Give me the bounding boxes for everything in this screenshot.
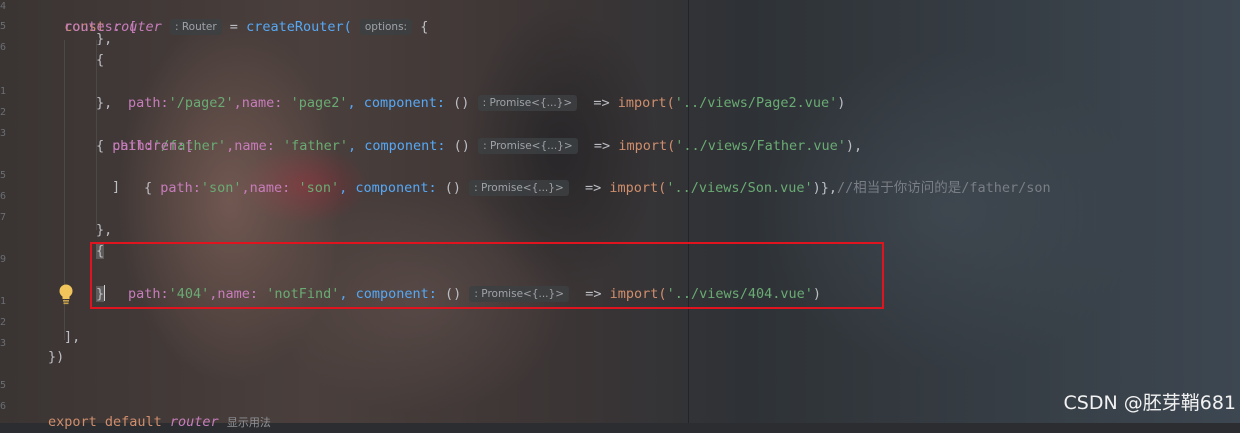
code-line[interactable]: }) <box>48 347 64 368</box>
code-comment: //相当于你访问的是/father/son <box>837 180 1051 196</box>
line-number <box>0 354 14 375</box>
code-line[interactable]: { path:'/father',name: 'father', compone… <box>96 115 862 154</box>
line-number: 5 <box>0 170 7 181</box>
line-number: 2 <box>0 317 7 328</box>
code-line[interactable]: { path:'son',name: 'son', component: () … <box>144 157 1051 196</box>
code-line[interactable]: ], <box>64 327 80 348</box>
code-line[interactable]: children:[ <box>112 136 193 157</box>
line-number <box>0 228 14 249</box>
code-line[interactable]: }, <box>96 93 112 114</box>
code-line[interactable]: { <box>96 50 104 71</box>
type-hint: : Promise<{...}> <box>469 180 569 196</box>
line-number: 7 <box>0 212 7 223</box>
line-number <box>0 58 14 79</box>
line-number: 5 <box>0 380 7 391</box>
code-line[interactable]: const router : Router = createRouter( op… <box>48 0 428 35</box>
line-number: 3 <box>0 338 7 349</box>
line-number-gutter: 4 5 6 1 2 3 5 6 7 9 1 2 3 5 6 <box>0 0 14 423</box>
line-number: 6 <box>0 401 7 412</box>
code-line[interactable]: }, <box>96 220 112 241</box>
highlight-box <box>90 242 884 309</box>
code-line[interactable]: path:'/page2',name: 'page2', component: … <box>128 72 845 111</box>
line-number: 9 <box>0 254 7 265</box>
line-number: 1 <box>0 296 7 307</box>
line-number: 3 <box>0 128 7 139</box>
code-line[interactable]: export default router 显示用法 <box>48 391 271 430</box>
code-line[interactable]: }, <box>96 33 112 45</box>
line-number: 4 <box>0 1 7 12</box>
line-number <box>0 144 14 165</box>
line-number <box>0 270 14 291</box>
type-hint: : Router <box>169 19 222 35</box>
type-hint: : Promise<{...}> <box>478 138 578 154</box>
line-number: 2 <box>0 107 7 118</box>
watermark: CSDN @胚芽鞘681 <box>1063 392 1236 414</box>
lightbulb-icon[interactable] <box>57 283 75 305</box>
background-image <box>0 0 1240 423</box>
line-number: 6 <box>0 42 7 53</box>
editor-divider <box>688 0 689 423</box>
type-hint: : Promise<{...}> <box>477 95 578 111</box>
line-number: 5 <box>0 21 7 32</box>
code-line[interactable]: ] <box>112 177 120 198</box>
line-number: 6 <box>0 191 7 202</box>
param-hint: options: <box>359 19 413 35</box>
line-number: 1 <box>0 86 7 97</box>
